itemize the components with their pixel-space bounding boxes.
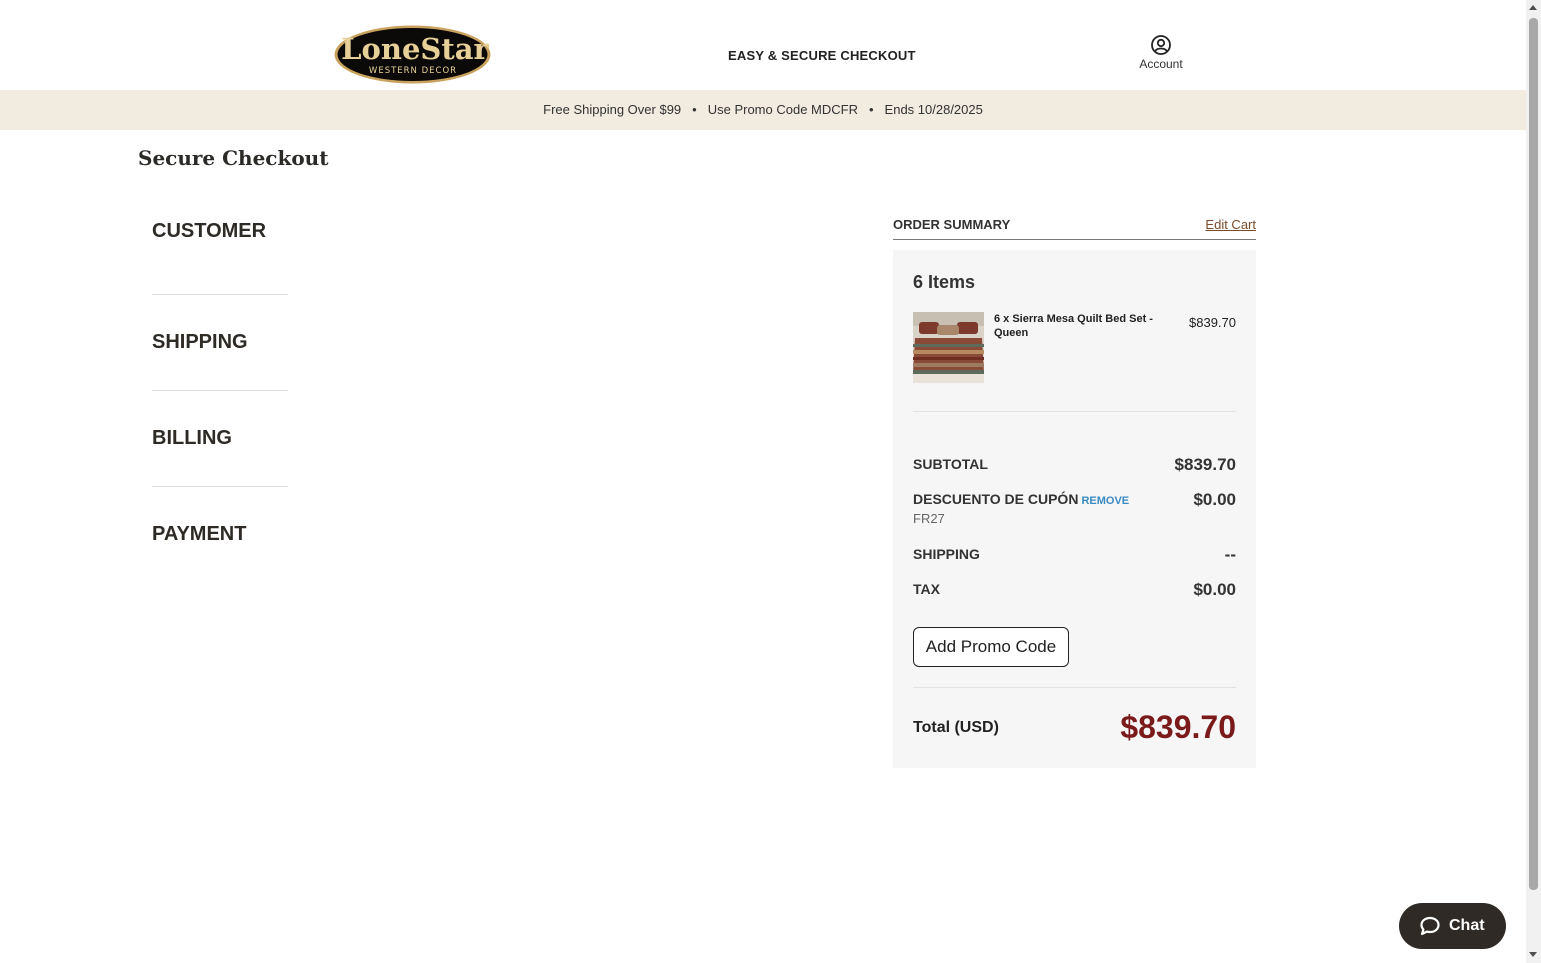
logo-main-text: LoneStar [341, 32, 489, 66]
page-title: Secure Checkout [138, 146, 329, 170]
remove-coupon-link[interactable]: REMOVE [1081, 495, 1129, 507]
subtotal-row: SUBTOTAL $839.70 [913, 455, 1236, 474]
promo-separator: • [868, 102, 874, 117]
page-scrollbar[interactable] [1526, 0, 1541, 963]
header-title: EASY & SECURE CHECKOUT [728, 48, 916, 63]
account-label: Account [1139, 57, 1183, 71]
promo-free-shipping: Free Shipping Over $99 [543, 102, 682, 117]
order-summary-box: 6 Items 6 x Sierra Mesa Quilt Bed Set - … [893, 250, 1256, 768]
cart-item: 6 x Sierra Mesa Quilt Bed Set - Queen $8… [913, 312, 1236, 412]
product-price: $839.70 [1189, 315, 1236, 330]
lonestar-logo[interactable]: LoneStar WESTERN DECOR [333, 24, 492, 85]
promo-separator: • [692, 102, 697, 117]
chat-bubble-icon [1420, 916, 1440, 936]
scroll-up-arrow-icon[interactable] [1529, 5, 1537, 10]
scroll-down-arrow-icon[interactable] [1529, 952, 1537, 957]
chat-label: Chat [1449, 917, 1485, 934]
step-shipping: SHIPPING [152, 295, 288, 391]
order-summary-title: ORDER SUMMARY [893, 217, 1011, 232]
product-image [913, 312, 984, 383]
subtotal-label: SUBTOTAL [913, 456, 988, 472]
total-value: $839.70 [1120, 709, 1236, 745]
coupon-label: DESCUENTO DE CUPÓN [913, 491, 1079, 507]
tax-value: $0.00 [1193, 580, 1236, 599]
edit-cart-link[interactable]: Edit Cart [1205, 217, 1256, 232]
product-name: 6 x Sierra Mesa Quilt Bed Set - Queen [994, 313, 1153, 339]
shipping-label: SHIPPING [913, 546, 980, 562]
checkout-steps: CUSTOMER SHIPPING BILLING PAYMENT [152, 200, 288, 567]
account-link[interactable]: Account [1135, 34, 1187, 71]
step-customer[interactable]: CUSTOMER [152, 200, 288, 295]
subtotal-value: $839.70 [1174, 455, 1236, 474]
logo-sub-text: WESTERN DECOR [369, 66, 457, 76]
shipping-row: SHIPPING -- [913, 545, 1236, 564]
scrollbar-thumb[interactable] [1529, 18, 1538, 890]
promo-end-date: Ends 10/28/2025 [884, 102, 983, 117]
step-billing: BILLING [152, 391, 288, 487]
promo-code-text: Use Promo Code MDCFR [707, 102, 858, 117]
coupon-code: FR27 [913, 511, 945, 526]
promo-bar: Free Shipping Over $99 • Use Promo Code MD… [0, 90, 1526, 130]
coupon-value: $0.00 [1193, 490, 1236, 509]
tax-row: TAX $0.00 [913, 580, 1236, 599]
order-summary: ORDER SUMMARY Edit Cart 6 Items 6 x Sier… [893, 208, 1256, 768]
total-label: Total (USD) [913, 719, 999, 736]
coupon-row: DESCUENTO DE CUPÓN REMOVE $0.00 [913, 490, 1236, 509]
step-payment: PAYMENT [152, 523, 247, 545]
account-icon [1151, 35, 1171, 55]
chat-button[interactable]: Chat [1399, 903, 1506, 949]
tax-label: TAX [913, 581, 940, 597]
items-count: 6 Items [913, 272, 976, 292]
total-divider [913, 687, 1236, 688]
order-summary-header: ORDER SUMMARY Edit Cart [893, 208, 1256, 240]
shipping-value: -- [1224, 545, 1236, 564]
add-promo-code-button[interactable]: Add Promo Code [913, 627, 1069, 667]
site-header: LoneStar WESTERN DECOR EASY & SECURE CHE… [0, 0, 1526, 90]
